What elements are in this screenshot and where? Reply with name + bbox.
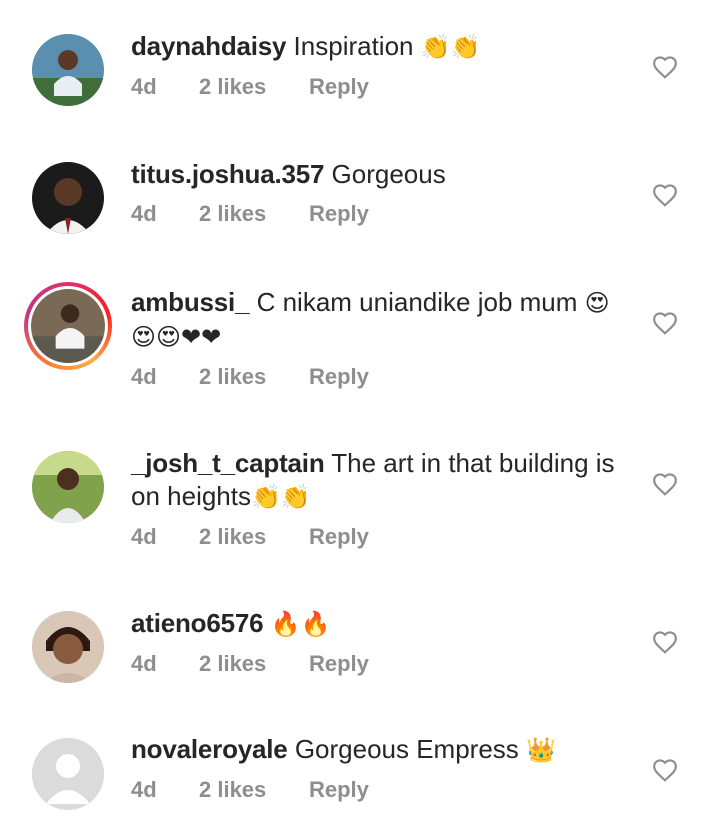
username-link[interactable]: ambussi_ (131, 287, 250, 317)
reply-button[interactable]: Reply (309, 201, 369, 227)
comment-body: atieno6576 🔥🔥 4d 2 likes Reply (131, 607, 631, 677)
comment-message: C nikam uniandike job mum (256, 287, 578, 317)
comment-list: daynahdaisy Inspiration 👏👏 4d 2 likes Repl… (0, 0, 720, 831)
likes-count[interactable]: 2 likes (199, 524, 309, 550)
comment-meta: 4d 2 likes Reply (131, 74, 631, 100)
comment-body: titus.joshua.357 Gorgeous 4d 2 likes Reply (131, 158, 631, 227)
comment-emoji: 👏👏 (250, 483, 311, 511)
comment-meta: 4d 2 likes Reply (131, 651, 631, 677)
likes-count[interactable]: 2 likes (199, 364, 309, 390)
username-link[interactable]: _josh_t_captain (131, 448, 325, 478)
avatar[interactable] (32, 162, 104, 234)
comment-meta: 4d 2 likes Reply (131, 524, 631, 550)
heart-outline-icon[interactable] (652, 758, 678, 782)
comment-text: daynahdaisy Inspiration 👏👏 (131, 30, 631, 64)
heart-outline-icon[interactable] (652, 311, 678, 335)
username-link[interactable]: novaleroyale (131, 734, 288, 764)
likes-count[interactable]: 2 likes (199, 201, 309, 227)
comment-text: atieno6576 🔥🔥 (131, 607, 631, 641)
comment-body: daynahdaisy Inspiration 👏👏 4d 2 likes Repl… (131, 30, 631, 100)
avatar[interactable] (32, 451, 104, 523)
comment-meta: 4d 2 likes Reply (131, 364, 631, 390)
comment-body: novaleroyale Gorgeous Empress 👑 4d 2 like… (131, 733, 631, 803)
heart-outline-icon[interactable] (652, 472, 678, 496)
heart-outline-icon[interactable] (652, 630, 678, 654)
comment-time: 4d (131, 524, 157, 549)
comment-time: 4d (131, 74, 157, 99)
likes-count[interactable]: 2 likes (199, 651, 309, 677)
comment-text: titus.joshua.357 Gorgeous (131, 158, 631, 191)
avatar[interactable] (32, 34, 104, 106)
comment-body: ambussi_ C nikam uniandike job mum 😍😍😍❤❤… (131, 286, 631, 390)
comment-body: _josh_t_captain The art in that building… (131, 447, 631, 550)
comment-emoji: 👏👏 (420, 33, 481, 61)
comment-time: 4d (131, 364, 157, 389)
reply-button[interactable]: Reply (309, 777, 369, 803)
avatar[interactable] (32, 611, 104, 683)
heart-outline-icon[interactable] (652, 183, 678, 207)
reply-button[interactable]: Reply (309, 524, 369, 550)
comment-text: novaleroyale Gorgeous Empress 👑 (131, 733, 631, 767)
comment-emoji: 🔥🔥 (270, 610, 331, 638)
comment-meta: 4d 2 likes Reply (131, 777, 631, 803)
comment-time: 4d (131, 651, 157, 676)
comment-time: 4d (131, 201, 157, 226)
avatar-story-ring[interactable] (24, 282, 112, 370)
comment-time: 4d (131, 777, 157, 802)
username-link[interactable]: atieno6576 (131, 608, 264, 638)
avatar (31, 289, 105, 363)
comment-text: ambussi_ C nikam uniandike job mum 😍😍😍❤❤ (131, 286, 631, 354)
likes-count[interactable]: 2 likes (199, 74, 309, 100)
comment-text: _josh_t_captain The art in that building… (131, 447, 631, 514)
comment-message: Inspiration (293, 31, 414, 61)
comment-message: Gorgeous Empress (294, 734, 519, 764)
person-silhouette-icon[interactable] (32, 738, 104, 810)
comment-emoji: 👑 (526, 736, 556, 764)
username-link[interactable]: titus.joshua.357 (131, 159, 325, 189)
username-link[interactable]: daynahdaisy (131, 31, 287, 61)
comment-message: Gorgeous (331, 159, 446, 189)
reply-button[interactable]: Reply (309, 651, 369, 677)
likes-count[interactable]: 2 likes (199, 777, 309, 803)
reply-button[interactable]: Reply (309, 364, 369, 390)
reply-button[interactable]: Reply (309, 74, 369, 100)
heart-outline-icon[interactable] (652, 55, 678, 79)
comment-meta: 4d 2 likes Reply (131, 201, 631, 227)
